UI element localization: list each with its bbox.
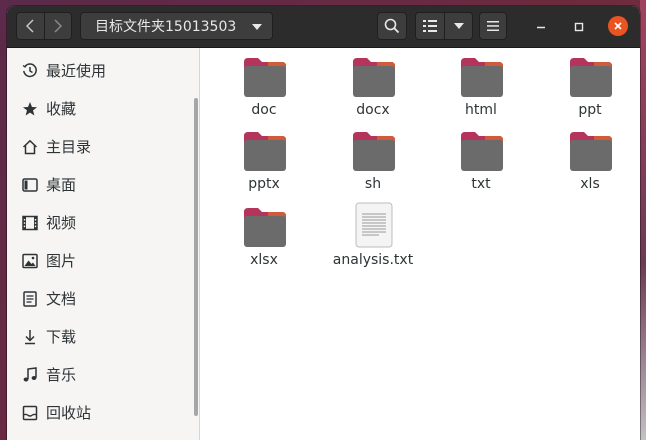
chevron-down-icon [453, 23, 464, 29]
places-sidebar: 最近使用 收藏 主目录 桌面 视频 图片 文档 下载 音乐 回收站 [7, 48, 200, 440]
minimize-button[interactable] [532, 18, 550, 36]
folder-item[interactable]: txt [433, 122, 529, 192]
sidebar-item-videos[interactable]: 视频 [7, 204, 192, 242]
chevron-left-icon [26, 19, 34, 33]
main-menu-button[interactable] [479, 12, 507, 40]
folder-item[interactable]: xlsx [216, 198, 312, 268]
sidebar-item-label: 最近使用 [46, 62, 107, 80]
file-name: analysis.txt [332, 252, 414, 268]
close-icon [614, 22, 622, 30]
search-icon [384, 18, 400, 34]
desktop-icon [22, 177, 38, 193]
trash-icon [22, 405, 38, 421]
sidebar-item-desktop[interactable]: 桌面 [7, 166, 192, 204]
maximize-icon [574, 22, 584, 32]
sidebar-item-music[interactable]: 音乐 [7, 356, 192, 394]
file-view: doc docx html ppt pptx sh txt xls xlsx a… [200, 48, 640, 440]
folder-icon [244, 132, 286, 171]
sidebar-item-label: 主目录 [46, 138, 92, 156]
folder-item[interactable]: docx [325, 48, 421, 118]
file-name: sh [364, 176, 382, 192]
file-name: doc [251, 102, 277, 118]
sidebar-scrollbar[interactable] [194, 98, 198, 416]
video-icon [22, 215, 38, 231]
header-bar: 目标文件夹15013503 [7, 6, 640, 48]
sidebar-item-label: 下载 [46, 328, 77, 346]
sidebar-item-home[interactable]: 主目录 [7, 128, 192, 166]
view-options-dropdown[interactable] [444, 13, 472, 39]
close-button[interactable] [608, 16, 628, 36]
hamburger-menu-icon [487, 21, 499, 31]
sidebar-item-starred[interactable]: 收藏 [7, 90, 192, 128]
desktop-background [640, 0, 646, 440]
file-name: xlsx [250, 252, 278, 268]
folder-icon [570, 132, 612, 171]
sidebar-item-pictures[interactable]: 图片 [7, 242, 192, 280]
text-file-icon [355, 202, 393, 248]
home-icon [22, 139, 38, 155]
sidebar-item-label: 音乐 [46, 366, 77, 384]
list-view-button[interactable] [416, 13, 445, 39]
folder-icon [244, 208, 286, 247]
file-name: xls [580, 176, 600, 192]
sidebar-item-label: 桌面 [46, 176, 77, 194]
folder-icon [461, 58, 503, 97]
folder-icon [353, 132, 395, 171]
path-bar-button[interactable]: 目标文件夹15013503 [80, 12, 273, 40]
sidebar-item-trash[interactable]: 回收站 [7, 394, 192, 432]
folder-icon [461, 132, 503, 171]
folder-item[interactable]: sh [325, 122, 421, 192]
download-icon [22, 329, 38, 345]
file-manager-window: 目标文件夹15013503 最近使用 收藏 主目录 桌面 视频 图片 文档 下载… [7, 6, 640, 440]
maximize-button[interactable] [570, 18, 588, 36]
search-button[interactable] [377, 12, 407, 40]
clock-icon [22, 63, 38, 79]
star-icon [22, 101, 38, 117]
sidebar-item-label: 图片 [46, 252, 77, 270]
sidebar-item-recent[interactable]: 最近使用 [7, 52, 192, 90]
sidebar-item-label: 回收站 [46, 404, 92, 422]
folder-item[interactable]: doc [216, 48, 312, 118]
chevron-down-icon [252, 24, 262, 30]
folder-item[interactable]: ppt [542, 48, 638, 118]
sidebar-item-downloads[interactable]: 下载 [7, 318, 192, 356]
document-icon [22, 291, 38, 307]
picture-icon [22, 253, 38, 269]
navigation-buttons [16, 12, 72, 40]
folder-icon [570, 58, 612, 97]
folder-item[interactable]: pptx [216, 122, 312, 192]
view-options [415, 12, 473, 40]
sidebar-item-label: 视频 [46, 214, 77, 232]
file-name: docx [356, 102, 390, 118]
chevron-right-icon [54, 19, 62, 33]
file-name: html [465, 102, 497, 118]
sidebar-item-label: 文档 [46, 290, 77, 308]
folder-item[interactable]: xls [542, 122, 638, 192]
folder-icon [244, 58, 286, 97]
file-name: pptx [248, 176, 280, 192]
list-view-icon [423, 20, 438, 32]
file-name: txt [471, 176, 491, 192]
file-item[interactable]: analysis.txt [325, 196, 421, 268]
current-folder-label: 目标文件夹15013503 [95, 19, 237, 35]
folder-icon [353, 58, 395, 97]
folder-item[interactable]: html [433, 48, 529, 118]
sidebar-item-documents[interactable]: 文档 [7, 280, 192, 318]
forward-button[interactable] [43, 13, 71, 39]
music-icon [22, 367, 38, 383]
back-button[interactable] [17, 13, 44, 39]
sidebar-item-label: 收藏 [46, 100, 77, 118]
minimize-icon [537, 26, 545, 29]
file-name: ppt [578, 102, 602, 118]
